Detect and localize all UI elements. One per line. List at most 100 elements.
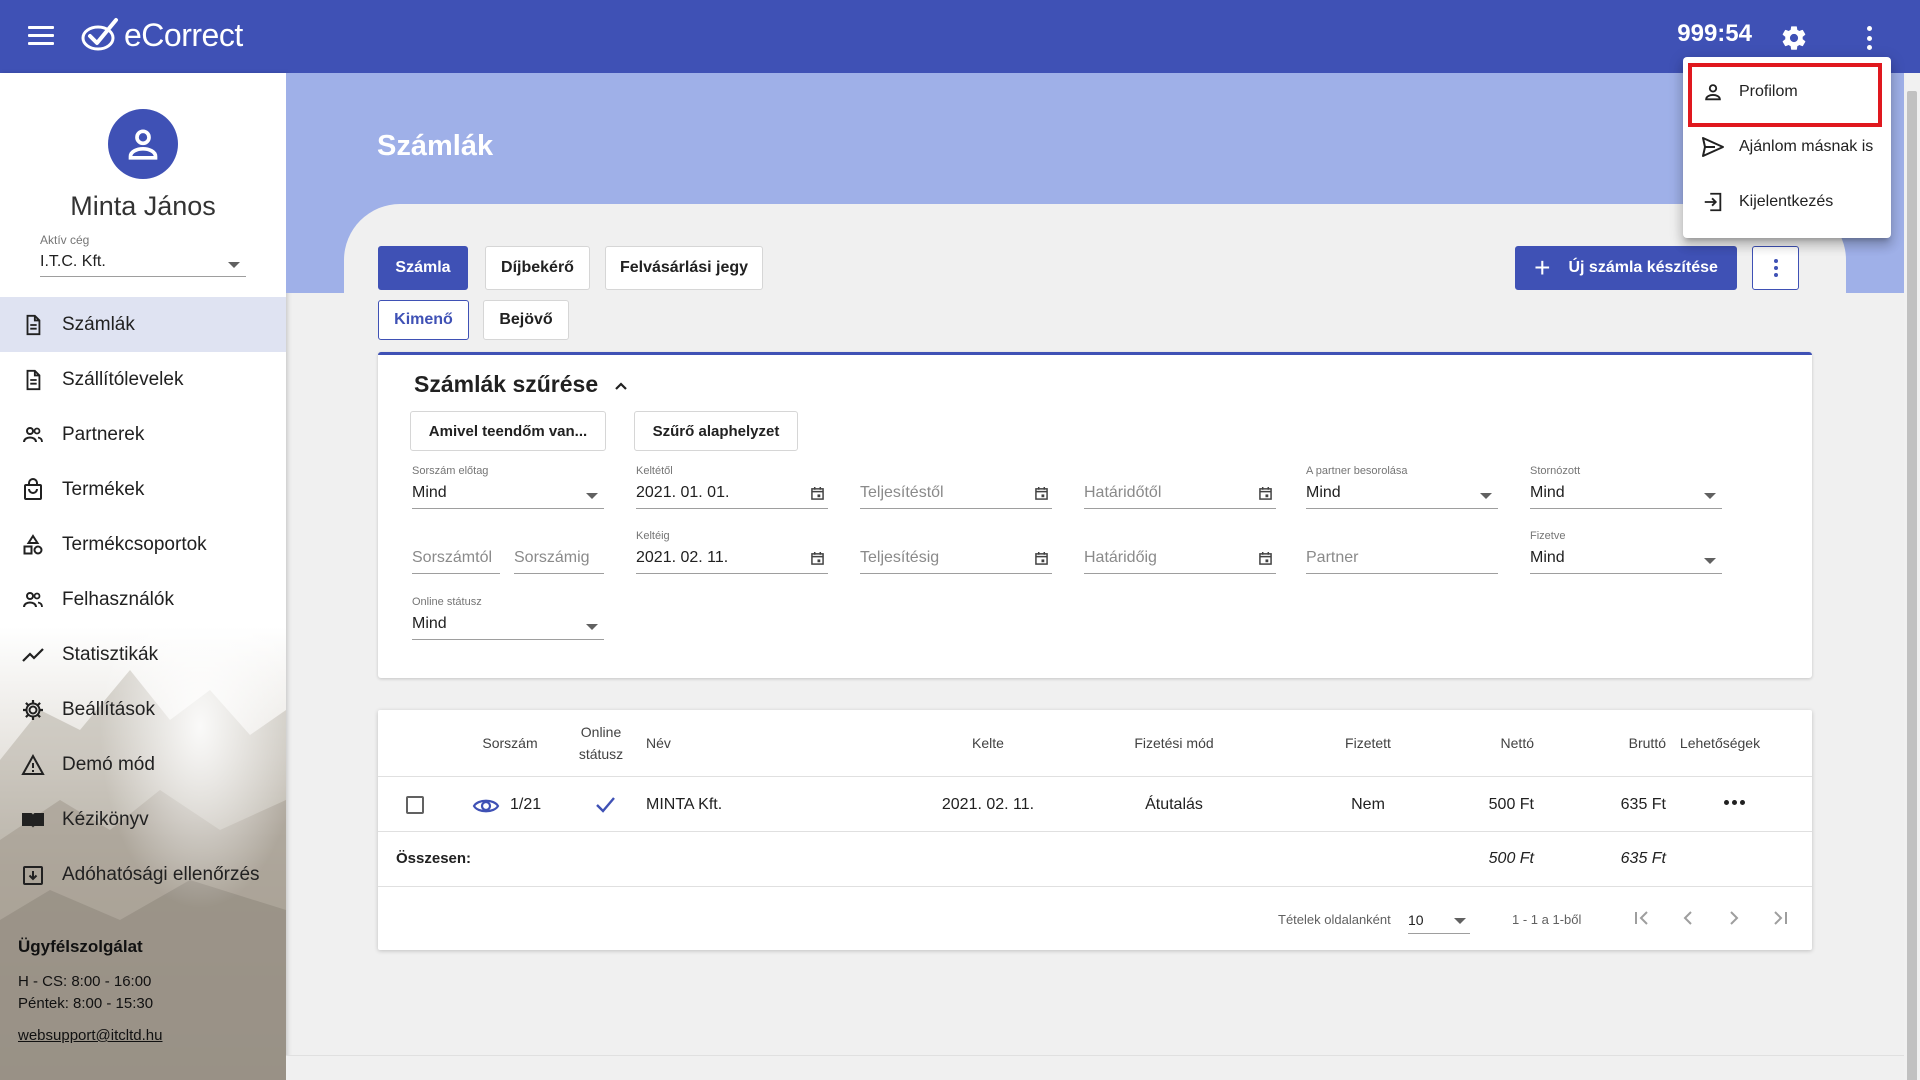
- row-checkbox[interactable]: [406, 796, 424, 814]
- sidebar-item-termekek[interactable]: Termékek: [0, 462, 286, 517]
- check-icon: [596, 797, 615, 813]
- items-per-page-select[interactable]: 10: [1408, 906, 1470, 934]
- chevron-down-icon: [1704, 493, 1716, 499]
- shopping-bag-icon: [20, 477, 46, 503]
- sidebar-item-felhasznalok[interactable]: Felhasználók: [0, 572, 286, 627]
- next-page-icon[interactable]: [1722, 906, 1746, 930]
- first-page-icon[interactable]: [1630, 906, 1654, 930]
- date-to-label: Keltéig: [636, 530, 670, 542]
- menu-item-label: Kijelentkezés: [1739, 192, 1834, 210]
- chevron-down-icon: [1480, 493, 1492, 499]
- tab-bejovo[interactable]: Bejövő: [483, 300, 569, 340]
- user-name: Minta János: [70, 191, 216, 221]
- scrollbar-thumb[interactable]: [1907, 91, 1917, 1080]
- cell-number[interactable]: 1/21: [510, 796, 541, 814]
- cell-date: 2021. 02. 11.: [941, 796, 1035, 813]
- date-to-field[interactable]: Keltéig 2021. 02. 11.: [636, 530, 828, 576]
- calendar-icon[interactable]: [811, 552, 824, 565]
- support-title: Ügyfélszolgálat: [18, 937, 143, 956]
- sidebar-item-statisztikak[interactable]: Statisztikák: [0, 627, 286, 682]
- column-header-online-status[interactable]: Online státusz: [570, 710, 632, 776]
- date-from-field[interactable]: Keltétől 2021. 01. 01.: [636, 465, 828, 511]
- menu-item-recommend[interactable]: Ajánlom másnak is: [1683, 119, 1891, 174]
- sidebar-item-label: Felhasználók: [62, 588, 174, 610]
- reset-filter-button[interactable]: Szűrő alaphelyzet: [634, 411, 798, 451]
- column-header-payment[interactable]: Fizetési mód: [1114, 710, 1234, 776]
- previous-page-icon[interactable]: [1676, 906, 1700, 930]
- page-title: Számlák: [377, 130, 494, 162]
- sidebar-item-beallitasok[interactable]: Beállítások: [0, 682, 286, 737]
- storno-select[interactable]: Stornózott Mind: [1530, 465, 1722, 511]
- sidebar-item-kezikonyv[interactable]: Kézikönyv: [0, 792, 286, 847]
- online-status-value: Mind: [412, 610, 604, 640]
- column-header-net[interactable]: Nettó: [1474, 710, 1534, 776]
- sidebar-item-szamlak[interactable]: Számlák: [0, 297, 286, 352]
- more-options-button[interactable]: [1752, 246, 1799, 290]
- sidebar-item-adohatosagi-ellenorzes[interactable]: Adóhatósági ellenőrzés: [0, 847, 286, 902]
- warning-icon: [20, 752, 46, 778]
- cell-net: 500 Ft: [1488, 796, 1534, 813]
- todo-filter-button[interactable]: Amivel teendőm van...: [410, 411, 606, 451]
- page-scrollbar[interactable]: [1904, 73, 1920, 1080]
- paid-value: Mind: [1530, 544, 1722, 574]
- partner-class-select[interactable]: A partner besorolása Mind: [1306, 465, 1498, 511]
- fulfil-to-field[interactable]: Teljesítésig: [860, 530, 1052, 576]
- menu-icon[interactable]: [28, 26, 54, 46]
- support-email-link[interactable]: websupport@itcltd.hu: [18, 1027, 162, 1044]
- fulfil-from-field[interactable]: Teljesítéstől: [860, 465, 1052, 511]
- person-icon: [128, 129, 158, 160]
- eye-icon[interactable]: [472, 796, 500, 816]
- row-divider: [378, 886, 1812, 887]
- sidebar-item-partnerek[interactable]: Partnerek: [0, 407, 286, 462]
- chevron-up-icon[interactable]: [614, 379, 628, 393]
- user-avatar[interactable]: [108, 109, 178, 179]
- column-header-number[interactable]: Sorszám: [468, 710, 552, 776]
- calendar-icon[interactable]: [811, 487, 824, 500]
- row-options-icon[interactable]: [1724, 800, 1745, 805]
- sidebar-item-szallitolevelek[interactable]: Szállítólevelek: [0, 352, 286, 407]
- menu-item-profile[interactable]: Profilom: [1683, 64, 1891, 119]
- active-company-select[interactable]: I.T.C. Kft.: [40, 249, 246, 277]
- new-invoice-button[interactable]: + Új számla készítése: [1515, 246, 1737, 290]
- total-net: 500 Ft: [1488, 850, 1534, 867]
- partner-class-label: A partner besorolása: [1306, 465, 1408, 477]
- people-icon: [20, 422, 46, 448]
- settings-gear-icon[interactable]: [1780, 24, 1808, 52]
- number-from-field[interactable]: Sorszámtól: [412, 530, 500, 576]
- chevron-down-icon: [586, 493, 598, 499]
- items-per-page-value: 10: [1408, 912, 1424, 928]
- menu-item-logout[interactable]: Kijelentkezés: [1683, 174, 1891, 229]
- tab-szamla[interactable]: Számla: [378, 246, 468, 290]
- calendar-icon[interactable]: [1259, 552, 1272, 565]
- due-from-field[interactable]: Határidőtől: [1084, 465, 1276, 511]
- sidebar-item-termekcsoportok[interactable]: Termékcsoportok: [0, 517, 286, 572]
- calendar-icon[interactable]: [1259, 487, 1272, 500]
- number-to-field[interactable]: Sorszámig: [514, 530, 604, 576]
- paid-label: Fizetve: [1530, 530, 1566, 542]
- tab-kimeno[interactable]: Kimenő: [378, 300, 469, 340]
- column-header-gross[interactable]: Bruttó: [1598, 710, 1666, 776]
- column-header-online-line2: státusz: [578, 746, 624, 762]
- due-to-field[interactable]: Határidőig: [1084, 530, 1276, 576]
- column-header-paid[interactable]: Fizetett: [1308, 710, 1428, 776]
- sidebar-item-demo-mod[interactable]: Demó mód: [0, 737, 286, 792]
- calendar-icon[interactable]: [1035, 487, 1048, 500]
- tab-felvasarlasi-jegy[interactable]: Felvásárlási jegy: [605, 246, 763, 290]
- prefix-select[interactable]: Sorszám előtag Mind: [412, 465, 604, 511]
- sidebar-item-label: Demó mód: [62, 753, 155, 775]
- last-page-icon[interactable]: [1768, 906, 1792, 930]
- calendar-icon[interactable]: [1035, 552, 1048, 565]
- paid-select[interactable]: Fizetve Mind: [1530, 530, 1722, 576]
- date-from-label: Keltétől: [636, 465, 673, 477]
- invoice-table: Sorszám Online státusz Név Kelte Fizetés…: [378, 710, 1812, 950]
- partner-field[interactable]: Partner: [1306, 530, 1498, 576]
- chevron-down-icon: [228, 262, 240, 268]
- fulfil-to-placeholder: Teljesítésig: [860, 544, 1052, 574]
- column-header-name[interactable]: Név: [646, 710, 686, 776]
- column-header-date[interactable]: Kelte: [928, 710, 1048, 776]
- app-logo[interactable]: eCorrect: [80, 16, 243, 54]
- online-status-select[interactable]: Online státusz Mind: [412, 596, 604, 642]
- more-vert-icon[interactable]: [1864, 26, 1874, 50]
- chevron-down-icon: [1454, 918, 1466, 924]
- tab-dijbekero[interactable]: Díjbekérő: [485, 246, 590, 290]
